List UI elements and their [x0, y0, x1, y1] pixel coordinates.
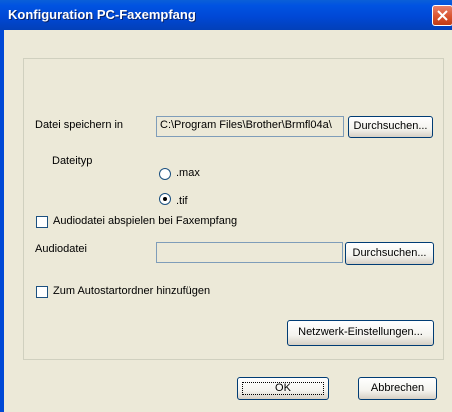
- audio-browse-button[interactable]: Durchsuchen...: [345, 242, 434, 265]
- audio-browse-button-label: Durchsuchen...: [352, 247, 427, 259]
- filetype-label: Dateityp: [52, 155, 93, 167]
- save-in-field[interactable]: C:\Program Files\Brother\Brmfl04a\: [156, 116, 344, 137]
- ok-button[interactable]: OK: [237, 377, 329, 400]
- filetype-max-radio[interactable]: [159, 168, 171, 180]
- cancel-button-label: Abbrechen: [370, 382, 425, 394]
- audio-file-field[interactable]: [156, 242, 343, 263]
- autostart-checkbox[interactable]: [36, 286, 48, 298]
- play-audio-label: Audiodatei abspielen bei Faxempfang: [53, 215, 238, 227]
- settings-group: [23, 58, 444, 360]
- browse-button[interactable]: Durchsuchen...: [348, 116, 433, 138]
- close-button[interactable]: [432, 5, 452, 26]
- play-audio-checkbox[interactable]: [36, 216, 48, 228]
- autostart-label: Zum Autostartordner hinzufügen: [53, 285, 211, 297]
- save-in-label: Datei speichern in: [35, 119, 124, 131]
- filetype-max-label: .max: [176, 167, 200, 179]
- title-bar[interactable]: Konfiguration PC-Faxempfang: [0, 0, 452, 30]
- filetype-tif-label: .tif: [176, 195, 188, 207]
- radio-selected-dot: [163, 197, 167, 201]
- dialog-window: Konfiguration PC-Faxempfang Datei speich…: [0, 0, 452, 412]
- ok-button-label: OK: [275, 382, 291, 394]
- window-title: Konfiguration PC-Faxempfang: [8, 7, 196, 22]
- cancel-button[interactable]: Abbrechen: [358, 377, 437, 400]
- close-icon: [437, 10, 448, 21]
- audio-file-label: Audiodatei: [35, 243, 87, 255]
- filetype-tif-radio[interactable]: [159, 193, 171, 205]
- browse-button-label: Durchsuchen...: [353, 120, 428, 132]
- network-settings-button-label: Netzwerk-Einstellungen...: [298, 326, 423, 338]
- network-settings-button[interactable]: Netzwerk-Einstellungen...: [287, 320, 434, 346]
